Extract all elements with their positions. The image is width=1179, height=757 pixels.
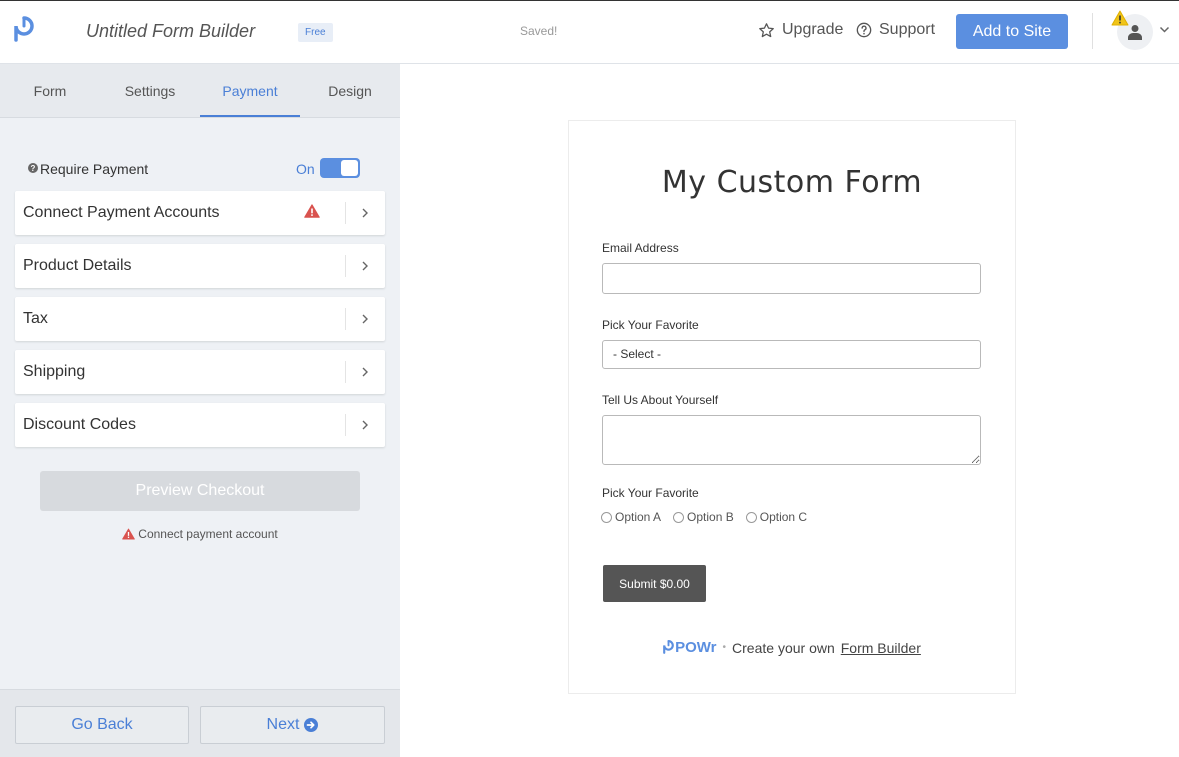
radio-button[interactable] [673,511,685,523]
top-bar: Untitled Form Builder Free Saved! Upgrad… [0,0,1179,64]
tab-bar: Form Settings Payment Design [0,64,400,118]
panel-label: Product Details [23,257,132,274]
require-payment-label: Require Payment [40,161,149,177]
powr-logo-icon[interactable] [14,16,34,44]
panel-divider [345,202,346,224]
radio-option-a[interactable]: Option A [601,510,661,524]
next-button[interactable]: Next [200,706,385,744]
panel-label: Tax [23,310,48,327]
radio-group-label: Pick Your Favorite [602,486,699,500]
email-field[interactable] [602,263,981,294]
favorite-select[interactable]: - Select - [602,340,981,369]
chevron-right-icon [362,314,368,324]
tab-payment[interactable]: Payment [200,64,300,117]
radio-group: Option A Option B Option C [601,510,807,524]
panel-divider [345,414,346,436]
support-link[interactable]: Support [856,21,935,39]
connect-payment-note: Connect payment account [0,527,400,541]
warning-icon [304,204,320,218]
question-circle-icon[interactable]: ? [28,163,38,173]
select-label: Pick Your Favorite [602,318,699,332]
chevron-down-icon[interactable] [1159,26,1170,34]
panel-label: Discount Codes [23,416,136,433]
about-textarea[interactable] [602,415,981,465]
radio-option-label: Option B [687,510,734,524]
chevron-right-icon [362,261,368,271]
panel-divider [345,361,346,383]
panel-discount-codes[interactable]: Discount Codes [15,403,385,447]
powr-footer: POWr • Create your own Form Builder [569,639,1015,656]
panel-shipping[interactable]: Shipping [15,350,385,394]
toggle-knob [341,160,358,176]
chevron-right-icon [362,367,368,377]
form-title: My Custom Form [661,165,923,200]
preview-area: My Custom Form Email Address Pick Your F… [400,64,1179,757]
powr-brand[interactable]: POWr [663,639,717,656]
warning-icon [1111,10,1129,26]
require-payment-toggle[interactable] [320,158,360,178]
panel-label: Connect Payment Accounts [23,204,220,221]
upgrade-label: Upgrade [782,21,844,38]
go-back-button[interactable]: Go Back [15,706,189,744]
arrow-circle-right-icon [304,718,319,732]
submit-button[interactable]: Submit $0.00 [603,565,706,602]
radio-button[interactable] [601,511,612,523]
preview-checkout-button[interactable]: Preview Checkout [40,471,360,511]
app-title[interactable]: Untitled Form Builder [86,21,255,42]
toggle-state-label: On [296,161,315,177]
tab-form[interactable]: Form [0,64,100,117]
radio-option-label: Option A [615,510,662,524]
top-divider [1092,13,1093,49]
panel-divider [345,308,346,330]
form-card: My Custom Form Email Address Pick Your F… [568,120,1016,694]
radio-option-c[interactable]: Option C [745,510,808,524]
form-builder-link[interactable]: Form Builder [841,640,921,656]
panel-connect-payment-accounts[interactable]: Connect Payment Accounts [15,191,385,235]
connect-note-text: Connect payment account [138,527,278,541]
radio-option-b[interactable]: Option B [673,510,734,524]
warning-icon [122,528,136,540]
powr-brand-text: POWr [675,639,717,656]
footer-text: Create your own [732,639,835,656]
panel-product-details[interactable]: Product Details [15,244,385,288]
star-icon [759,22,774,37]
textarea-label: Tell Us About Yourself [602,393,719,407]
panel-tax[interactable]: Tax [15,297,385,341]
panel-label: Shipping [23,363,86,380]
radio-button[interactable] [745,511,757,523]
svg-text:?: ? [31,164,36,173]
panel-divider [345,255,346,277]
footer-separator: • [722,642,727,653]
help-circle-icon [856,22,872,38]
sidebar-footer: Go Back Next [0,689,400,757]
save-status: Saved! [520,24,558,38]
next-label: Next [266,716,300,733]
user-icon [1128,25,1142,40]
tab-settings[interactable]: Settings [100,64,200,117]
add-to-site-button[interactable]: Add to Site [956,14,1068,49]
upgrade-link[interactable]: Upgrade [758,21,843,39]
email-label: Email Address [602,241,679,255]
sidebar: Form Settings Payment Design ? Require P… [0,64,400,757]
plan-badge: Free [298,23,333,42]
chevron-right-icon [362,208,368,218]
go-back-label: Go Back [71,716,133,733]
chevron-right-icon [362,420,368,430]
support-label: Support [879,21,936,38]
require-payment-row: ? Require Payment On [28,158,362,182]
tab-design[interactable]: Design [300,64,400,117]
powr-logo-icon [663,640,674,654]
radio-option-label: Option C [759,510,808,524]
